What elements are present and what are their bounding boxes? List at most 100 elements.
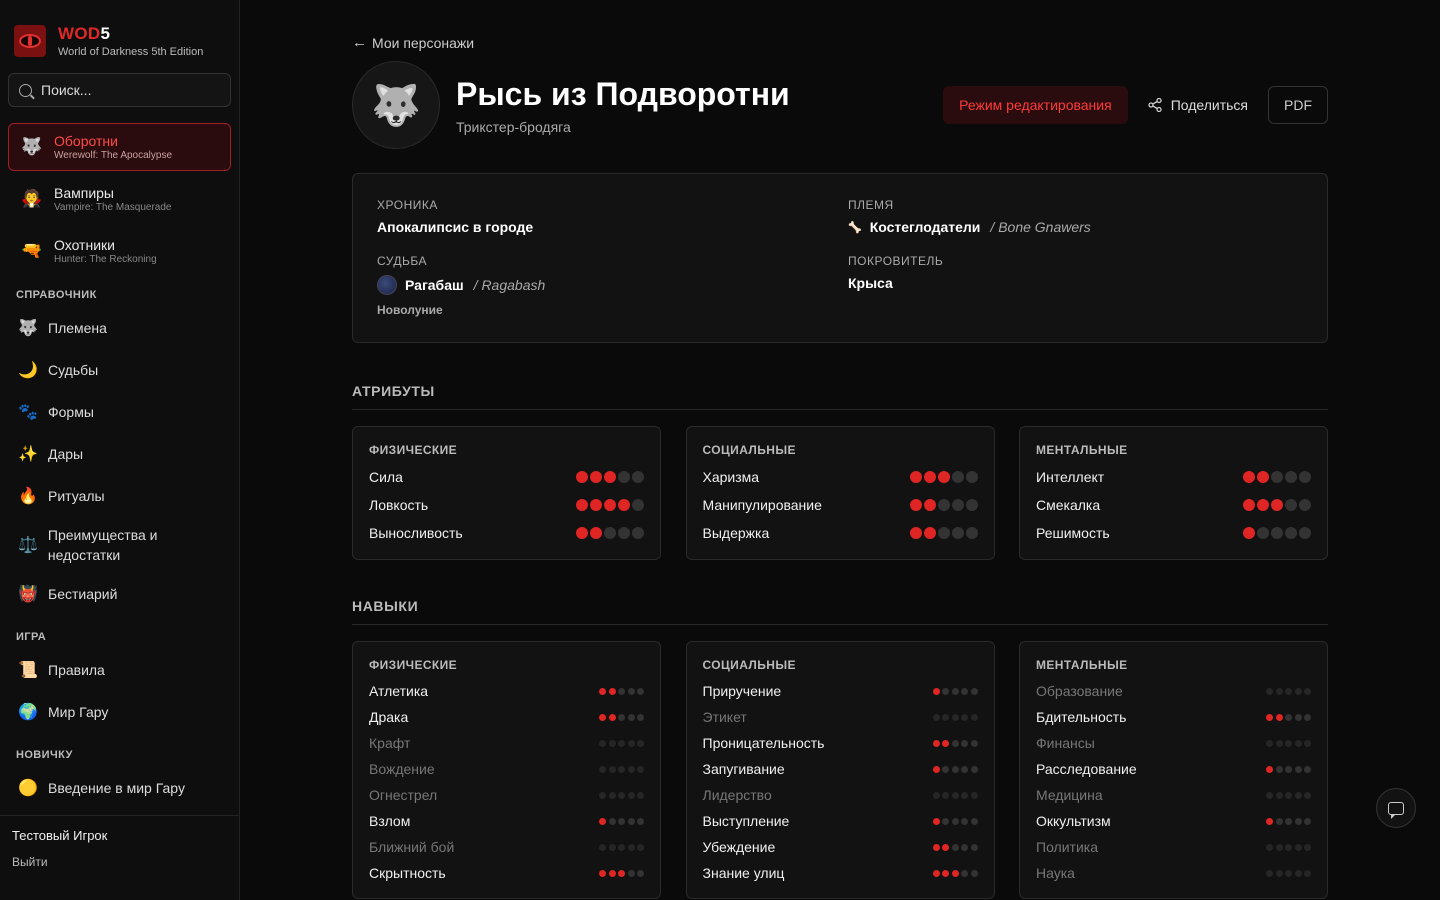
attribute-row[interactable]: Выносливость [369, 519, 644, 547]
game-item[interactable]: 🐺 Оборотни Werewolf: The Apocalypse [8, 123, 231, 171]
skill-row[interactable]: Наука [1036, 860, 1311, 886]
rating-dot-empty [1275, 765, 1283, 773]
tribe-value[interactable]: Костеглодатели [870, 219, 981, 235]
trait-name: Ловкость [369, 497, 429, 513]
rating-dot-empty [1271, 527, 1283, 539]
sidebar-item-icon: ⚖️ [18, 537, 38, 554]
rating-dot-empty [1285, 869, 1292, 877]
rating-dot-empty [627, 713, 635, 721]
skill-row[interactable]: Выступление [703, 808, 978, 834]
rating-dot-empty [951, 817, 959, 825]
skill-row[interactable]: Убеждение [703, 834, 978, 860]
rating-dot-filled [576, 499, 588, 511]
chronicle-label: ХРОНИКА [377, 198, 438, 212]
skill-row[interactable]: Запугивание [703, 756, 978, 782]
sidebar-item[interactable]: 🟡 Введение в мир Гару [0, 767, 239, 809]
skill-row[interactable]: Атлетика [369, 678, 644, 704]
logout-link[interactable]: Выйти [12, 855, 227, 869]
skill-row[interactable]: Расследование [1036, 756, 1311, 782]
rating-dot-empty [627, 739, 635, 747]
nav-game: 📜 Правила 🌍 Мир Гару [0, 649, 239, 733]
game-text: Охотники Hunter: The Reckoning [54, 237, 157, 265]
auspice-alt: / Ragabash [473, 277, 546, 293]
skill-row[interactable]: Огнестрел [369, 782, 644, 808]
skill-row[interactable]: Бдительность [1036, 704, 1311, 730]
rating-dot-empty [1299, 527, 1311, 539]
rating-dot-filled [909, 471, 922, 483]
rating-dot-empty [618, 817, 625, 825]
attribute-row[interactable]: Решимость [1036, 519, 1311, 547]
game-item[interactable]: 🧛 Вампиры Vampire: The Masquerade [8, 175, 231, 223]
skill-row[interactable]: Приручение [703, 678, 978, 704]
auspice-value[interactable]: Рагабаш [405, 277, 464, 293]
search-box[interactable] [8, 73, 231, 107]
rating-dots [597, 843, 644, 851]
sidebar-item[interactable]: 🔥 Ритуалы [0, 475, 239, 517]
trait-name: Ближний бой [369, 839, 455, 855]
rating-dot-filled [576, 471, 588, 483]
back-link[interactable]: ← Мои персонажи [352, 34, 1328, 51]
attribute-row[interactable]: Ловкость [369, 491, 644, 519]
skill-row[interactable]: Политика [1036, 834, 1311, 860]
rating-dot-empty [942, 713, 949, 721]
sidebar-item[interactable]: 🐺 Племена [0, 307, 239, 349]
brand-name: WOD5 [58, 24, 111, 43]
attribute-row[interactable]: Смекалка [1036, 491, 1311, 519]
attribute-row[interactable]: Сила [369, 463, 644, 491]
rating-dot-empty [604, 527, 616, 539]
rating-dot-empty [632, 471, 644, 483]
skill-row[interactable]: Финансы [1036, 730, 1311, 756]
info-card: ХРОНИКА Апокалипсис в городе ПЛЕМЯ 🦴 Кос… [352, 173, 1328, 343]
skill-row[interactable]: Знание улиц [703, 860, 978, 886]
skill-row[interactable]: Взлом [369, 808, 644, 834]
skill-row[interactable]: Скрытность [369, 860, 644, 886]
sidebar-item-icon: 🟡 [18, 780, 38, 797]
skill-row[interactable]: Образование [1036, 678, 1311, 704]
rating-dot-empty [965, 527, 978, 539]
rating-dot-filled [590, 499, 602, 511]
brand[interactable]: WOD5 World of Darkness 5th Edition [0, 0, 239, 64]
search-input[interactable] [41, 82, 211, 98]
sidebar-item[interactable]: 🐾 Формы [0, 391, 239, 433]
skill-row[interactable]: Ближний бой [369, 834, 644, 860]
skill-row[interactable]: Оккультизм [1036, 808, 1311, 834]
nav-newbie: 🟡 Введение в мир Гару [0, 767, 239, 809]
attribute-row[interactable]: Интеллект [1036, 463, 1311, 491]
nav-reference: 🐺 Племена 🌙 Судьбы 🐾 Формы ✨ Дары 🔥 Ритуалы ⚖️ Преи… [0, 307, 239, 615]
sidebar-item[interactable]: 📜 Правила [0, 649, 239, 691]
trait-name: Наука [1036, 865, 1075, 881]
rating-dot-empty [951, 471, 964, 483]
sidebar-item[interactable]: 🌍 Мир Гару [0, 691, 239, 733]
chat-button[interactable] [1376, 788, 1416, 828]
attribute-row[interactable]: Харизма [703, 463, 978, 491]
sidebar-item[interactable]: 👹 Бестиарий [0, 573, 239, 615]
rating-dot-empty [951, 739, 959, 747]
rating-dot-empty [618, 739, 625, 747]
rating-dot-empty [1294, 739, 1302, 747]
rating-dot-empty [637, 739, 644, 747]
skill-row[interactable]: Крафт [369, 730, 644, 756]
sidebar-item[interactable]: ⚖️ Преимущества и недостатки [0, 517, 239, 573]
sidebar-item[interactable]: ✨ Дары [0, 433, 239, 475]
attribute-row[interactable]: Выдержка [703, 519, 978, 547]
edit-mode-button[interactable]: Режим редактирования [943, 86, 1128, 124]
skill-row[interactable]: Этикет [703, 704, 978, 730]
pdf-button[interactable]: PDF [1268, 86, 1328, 124]
game-item[interactable]: 🔫 Охотники Hunter: The Reckoning [8, 227, 231, 275]
rating-dot-empty [627, 687, 635, 695]
rating-dot-filled [942, 739, 949, 747]
sidebar-item-label: Преимущества и недостатки [47, 527, 158, 563]
skill-row[interactable]: Лидерство [703, 782, 978, 808]
share-button[interactable]: Поделиться [1148, 86, 1256, 124]
rating-dot-empty [627, 843, 635, 851]
sidebar-item[interactable]: 🌙 Судьбы [0, 349, 239, 391]
attribute-row[interactable]: Манипулирование [703, 491, 978, 519]
rating-dot-filled [923, 471, 936, 483]
rating-dots [930, 817, 978, 825]
skill-row[interactable]: Драка [369, 704, 644, 730]
skill-row[interactable]: Проницательность [703, 730, 978, 756]
skill-row[interactable]: Вождение [369, 756, 644, 782]
rating-dot-empty [961, 843, 968, 851]
skill-row[interactable]: Медицина [1036, 782, 1311, 808]
rating-dots [574, 527, 644, 539]
